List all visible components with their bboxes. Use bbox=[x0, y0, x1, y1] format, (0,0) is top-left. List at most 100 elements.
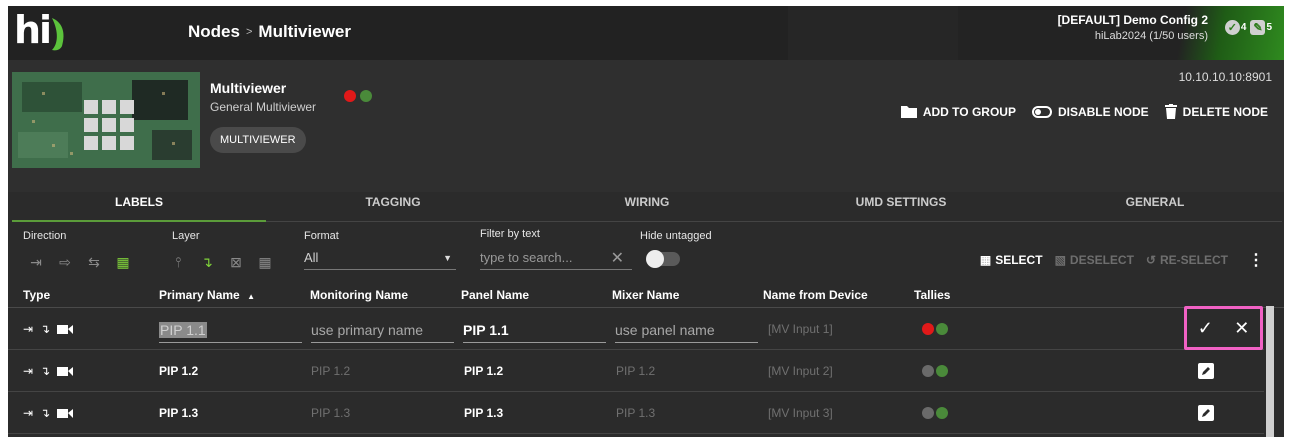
sort-asc-icon: ▲ bbox=[247, 292, 255, 301]
device-name: [MV Input 3] bbox=[768, 406, 833, 420]
disable-node-label: DISABLE NODE bbox=[1057, 104, 1149, 119]
signal-icon: ↴ bbox=[40, 322, 51, 336]
direction-icons: ⇥ ⇨ ⇆ ▦ bbox=[26, 252, 133, 272]
chat-icon: ✎ bbox=[1250, 20, 1266, 35]
toggle-icon bbox=[1031, 105, 1052, 118]
all-layers-icon[interactable]: ▦ bbox=[255, 252, 275, 272]
primary-name: PIP 1.3 bbox=[159, 406, 199, 420]
confirm-check-icon[interactable]: ✓ bbox=[1198, 318, 1213, 339]
hide-untagged-label: Hide untagged bbox=[640, 230, 712, 242]
primary-name-input[interactable]: PIP 1.1 bbox=[159, 317, 302, 343]
col-panel-name[interactable]: Panel Name bbox=[461, 288, 529, 302]
camera-icon bbox=[57, 408, 74, 418]
folder-icon bbox=[900, 106, 917, 118]
node-subtitle: General Multiviewer bbox=[210, 100, 317, 114]
tab-wiring[interactable]: WIRING bbox=[520, 192, 774, 221]
table-row-editing[interactable]: ⇥ ↴ PIP 1.1 use primary name PIP 1.1 use… bbox=[8, 308, 1264, 350]
edit-icon[interactable] bbox=[1198, 363, 1214, 379]
tab-tagging[interactable]: TAGGING bbox=[266, 192, 520, 221]
device-name: [MV Input 1] bbox=[768, 322, 833, 336]
config-user: hiLab2024 (1/50 users) bbox=[1094, 30, 1208, 42]
reselect-button[interactable]: ↺ RE-SELECT bbox=[1146, 253, 1228, 267]
select-label: SELECT bbox=[995, 253, 1043, 267]
app-window: hi Nodes > Multiviewer [DEFAULT] Demo Co… bbox=[8, 6, 1284, 437]
node-type-chip[interactable]: MULTIVIEWER bbox=[210, 127, 306, 153]
deselect-icon: ▧ bbox=[1054, 253, 1066, 267]
disable-node-button[interactable]: DISABLE NODE bbox=[1031, 104, 1149, 119]
tab-umd-settings[interactable]: UMD SETTINGS bbox=[774, 192, 1028, 221]
tally-off bbox=[922, 365, 934, 377]
node-title: Multiviewer bbox=[210, 80, 287, 96]
table-row[interactable]: ⇥ ↴ PIP 1.2 PIP 1.2 PIP 1.2 PIP 1.2 [MV … bbox=[8, 350, 1264, 392]
col-primary-name-label: Primary Name bbox=[159, 288, 240, 302]
tab-general[interactable]: GENERAL bbox=[1028, 192, 1282, 221]
signal-layer-icon[interactable]: ↴ bbox=[197, 252, 217, 272]
check-badge[interactable]: ✓ 4 bbox=[1224, 20, 1247, 35]
hi-logo[interactable]: hi bbox=[14, 8, 70, 56]
hide-untagged-toggle[interactable] bbox=[646, 250, 680, 268]
panel-name-value: PIP 1.1 bbox=[463, 321, 509, 338]
mixer-placeholder: use panel name bbox=[615, 321, 715, 338]
monitoring-name-input[interactable]: use primary name bbox=[311, 317, 454, 343]
tally-off bbox=[922, 407, 934, 419]
undo-icon: ↺ bbox=[1145, 253, 1156, 267]
col-name-from-device[interactable]: Name from Device bbox=[763, 288, 868, 302]
format-select[interactable]: All ▼ bbox=[304, 246, 456, 270]
col-mixer-name[interactable]: Mixer Name bbox=[612, 288, 679, 302]
col-monitoring-name[interactable]: Monitoring Name bbox=[310, 288, 408, 302]
vertical-scrollbar[interactable] bbox=[1266, 306, 1274, 437]
plug-layer-icon[interactable]: ⫯ bbox=[168, 252, 188, 272]
output-direction-icon[interactable]: ⇨ bbox=[55, 252, 75, 272]
monitoring-placeholder: use primary name bbox=[311, 321, 424, 338]
filter-placeholder: type to search... bbox=[480, 250, 573, 265]
status-led-red bbox=[344, 90, 356, 102]
input-direction-icon[interactable]: ⇥ bbox=[26, 252, 46, 272]
selection-actions: ▦ SELECT ▧ DESELECT ↺ RE-SELECT ⋮ bbox=[980, 250, 1264, 270]
all-directions-icon[interactable]: ▦ bbox=[113, 252, 133, 272]
clear-icon[interactable]: ✕ bbox=[611, 248, 624, 268]
config-info[interactable]: [DEFAULT] Demo Config 2 hiLab2024 (1/50 … bbox=[1058, 13, 1208, 42]
breadcrumb-nodes[interactable]: Nodes bbox=[188, 22, 240, 42]
primary-name: PIP 1.2 bbox=[159, 364, 199, 378]
check-count: 4 bbox=[1240, 22, 1247, 33]
monitoring-name: PIP 1.3 bbox=[311, 406, 351, 420]
select-button[interactable]: ▦ SELECT bbox=[980, 253, 1043, 267]
add-to-group-button[interactable]: ADD TO GROUP bbox=[900, 104, 1016, 119]
tab-labels[interactable]: LABELS bbox=[12, 192, 266, 222]
more-menu-icon[interactable]: ⋮ bbox=[1248, 250, 1264, 270]
toggle-knob bbox=[646, 250, 664, 268]
node-actions: ADD TO GROUP DISABLE NODE DELETE NODE bbox=[900, 104, 1268, 119]
panel-name-input[interactable]: PIP 1.1 bbox=[463, 317, 606, 343]
status-led-green bbox=[360, 90, 372, 102]
chat-badge[interactable]: ✎ 5 bbox=[1250, 20, 1272, 35]
filter-text-label: Filter by text bbox=[480, 228, 540, 240]
layer-icons: ⫯ ↴ ⊠ ▦ bbox=[168, 252, 275, 272]
logo-text: hi bbox=[14, 8, 52, 52]
layer-label: Layer bbox=[172, 230, 200, 242]
config-name: [DEFAULT] Demo Config 2 bbox=[1057, 13, 1208, 27]
deselect-label: DESELECT bbox=[1069, 253, 1134, 267]
table-row[interactable]: ⇥ ↴ PIP 1.3 PIP 1.3 PIP 1.3 PIP 1.3 [MV … bbox=[8, 392, 1264, 434]
col-type[interactable]: Type bbox=[23, 288, 50, 302]
monitoring-name: PIP 1.2 bbox=[311, 364, 351, 378]
delete-node-button[interactable]: DELETE NODE bbox=[1164, 104, 1268, 119]
table-header: Type Primary Name ▲ Monitoring Name Pane… bbox=[8, 286, 1284, 308]
device-name: [MV Input 2] bbox=[768, 364, 833, 378]
mixer-name-input[interactable]: use panel name bbox=[615, 317, 758, 343]
deselect-button[interactable]: ▧ DESELECT bbox=[1055, 253, 1134, 267]
network-layer-icon[interactable]: ⊠ bbox=[226, 252, 246, 272]
direction-label: Direction bbox=[23, 230, 67, 242]
input-icon: ⇥ bbox=[23, 322, 34, 336]
edit-icon[interactable] bbox=[1198, 405, 1214, 421]
bidirectional-icon[interactable]: ⇆ bbox=[84, 252, 104, 272]
panel-name: PIP 1.3 bbox=[464, 406, 504, 420]
col-primary-name[interactable]: Primary Name ▲ bbox=[159, 288, 255, 302]
filter-text-input[interactable]: type to search... ✕ bbox=[480, 246, 632, 270]
col-tallies[interactable]: Tallies bbox=[914, 288, 950, 302]
top-bar: hi Nodes > Multiviewer [DEFAULT] Demo Co… bbox=[8, 6, 1284, 60]
cancel-close-icon[interactable]: ✕ bbox=[1234, 318, 1249, 339]
add-to-group-label: ADD TO GROUP bbox=[922, 104, 1016, 119]
format-value: All bbox=[304, 250, 319, 265]
tab-bar: LABELS TAGGING WIRING UMD SETTINGS GENER… bbox=[12, 192, 1282, 222]
edit-actions: ✓ ✕ bbox=[1184, 306, 1263, 350]
